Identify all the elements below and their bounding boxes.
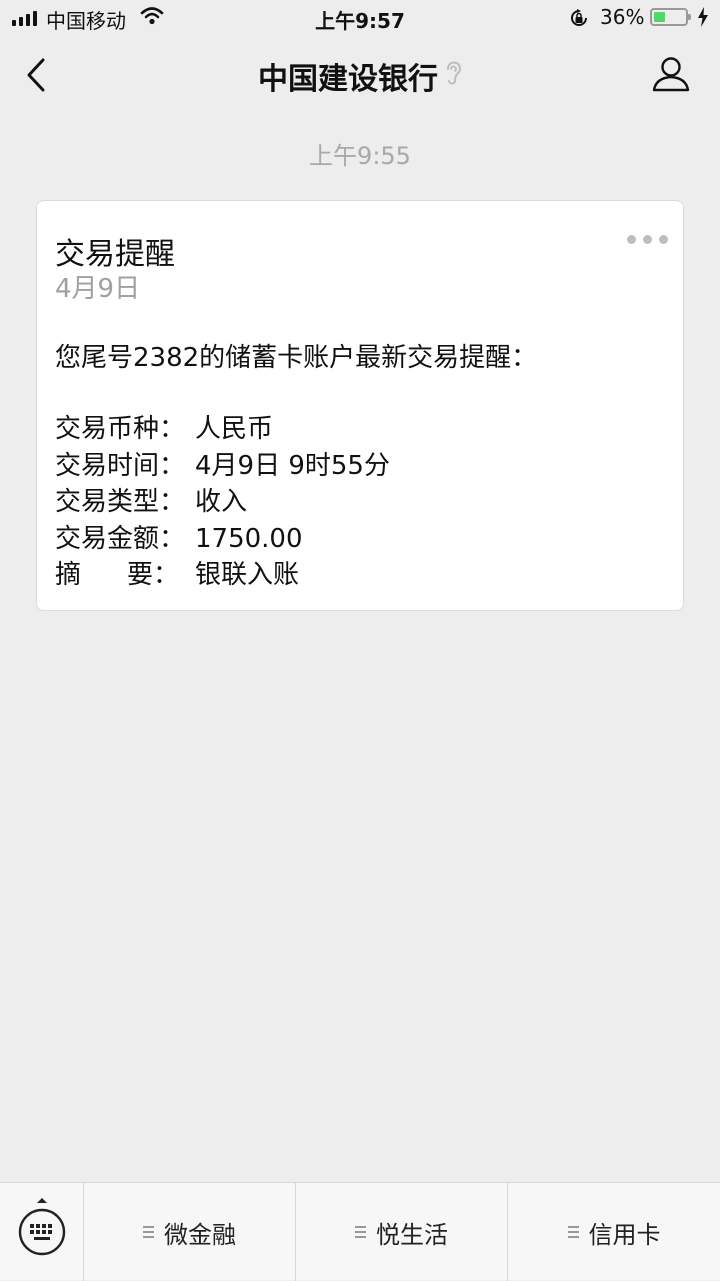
- detail-row-type: 交易类型： 收入: [55, 484, 390, 521]
- battery-percent: 36%: [600, 5, 645, 29]
- detail-label: 交易金额：: [55, 523, 186, 554]
- ear-icon: [444, 59, 462, 94]
- menu-list-icon: [143, 1223, 154, 1241]
- detail-value: 1750.00: [195, 523, 303, 554]
- card-date: 4月9日: [55, 274, 141, 304]
- battery-icon: [650, 8, 691, 26]
- rotation-lock-icon: [568, 7, 590, 34]
- detail-row-currency: 交易币种： 人民币: [55, 411, 390, 448]
- detail-value: 银联入账: [195, 560, 300, 590]
- detail-label: 交易币种：: [55, 414, 186, 444]
- detail-row-amount: 交易金额： 1750.00: [55, 521, 390, 558]
- detail-value: 收入: [195, 487, 248, 517]
- detail-label: 交易类型：: [55, 487, 186, 517]
- status-bar: 中国移动 上午9:57 36%: [0, 0, 720, 36]
- detail-label: 交易时间：: [55, 450, 186, 481]
- page-title: 中国建设银行: [258, 62, 438, 97]
- menu-list-icon: [567, 1223, 579, 1241]
- transaction-details: 交易币种： 人民币 交易时间： 4月9日 9时55分 交易类型： 收入 交易金额…: [55, 411, 390, 594]
- menu-item-credit-card[interactable]: 信用卡: [508, 1183, 720, 1281]
- menu-item-label: 微金融: [164, 1220, 236, 1249]
- menu-item-label: 悦生活: [376, 1220, 448, 1249]
- charging-bolt-icon: [697, 7, 709, 32]
- official-account-profile-icon[interactable]: [652, 56, 690, 96]
- bottom-menu-bar: 微金融 悦生活 信用卡: [0, 1182, 720, 1281]
- detail-row-time: 交易时间： 4月9日 9时55分: [55, 448, 390, 485]
- message-timestamp: 上午9:55: [309, 142, 411, 170]
- summary-label-part: 要：: [126, 560, 179, 590]
- keyboard-toggle-button[interactable]: [0, 1183, 84, 1281]
- menu-list-icon: [355, 1223, 366, 1241]
- more-options-icon[interactable]: [627, 235, 668, 244]
- transaction-notice-card[interactable]: 交易提醒 4月9日 您尾号2382的储蓄卡账户最新交易提醒： 交易币种： 人民币…: [36, 200, 684, 611]
- detail-row-summary: 摘 要： 银联入账: [55, 557, 390, 594]
- summary-label-part: 摘: [55, 560, 82, 590]
- keyboard-icon: [18, 1198, 66, 1256]
- detail-value: 人民币: [195, 414, 274, 444]
- menu-item-micro-finance[interactable]: 微金融: [84, 1183, 296, 1281]
- menu-item-label: 信用卡: [588, 1220, 661, 1249]
- detail-value: 4月9日 9时55分: [195, 450, 390, 481]
- menu-item-life[interactable]: 悦生活: [296, 1183, 508, 1281]
- card-title: 交易提醒: [55, 237, 175, 272]
- card-intro-text: 您尾号2382的储蓄卡账户最新交易提醒：: [55, 343, 538, 373]
- navigation-bar: 中国建设银行: [0, 36, 720, 112]
